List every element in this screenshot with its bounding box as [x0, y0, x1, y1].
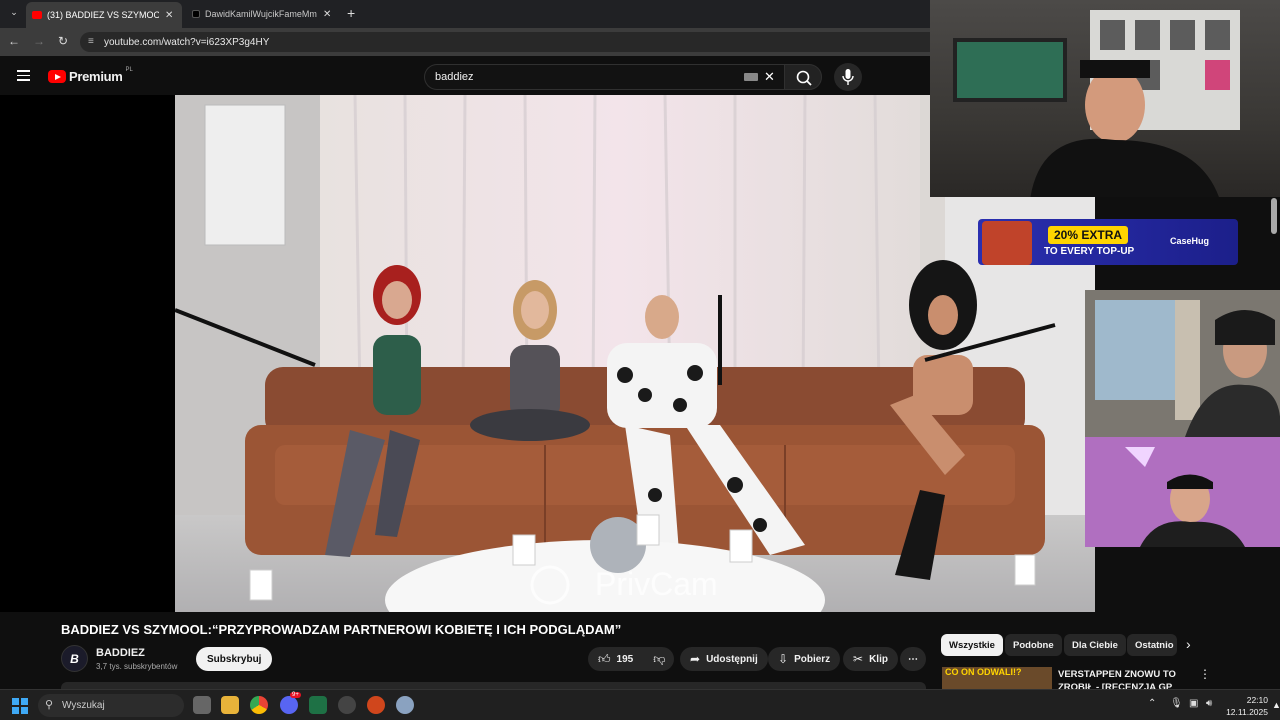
taskbar-clock[interactable]: 22:10 12.11.2025	[1222, 694, 1268, 718]
taskbar-search-placeholder: Wyszukaj	[62, 700, 105, 711]
chrome-icon[interactable]	[250, 696, 268, 714]
chip-related[interactable]: Podobne	[1005, 634, 1062, 656]
webcam-scene	[953, 10, 1240, 197]
channel-name[interactable]: BADDIEZ	[96, 647, 145, 659]
share-button[interactable]: ➦ Udostępnij	[680, 647, 768, 671]
tab-title: DawidKamilWujcikFameMma (@	[205, 9, 317, 19]
discord-badge: 9+	[290, 692, 301, 698]
youtube-play-icon	[48, 70, 66, 83]
chest-icon	[982, 221, 1032, 265]
back-icon[interactable]: ←	[6, 34, 22, 48]
address-text: youtube.com/watch?v=i623XP3g4HY	[104, 36, 270, 48]
thumbs-up-icon: 👍︎	[598, 651, 611, 666]
tiktok-icon	[192, 10, 200, 18]
banner-line2: TO EVERY TOP-UP	[1044, 246, 1135, 257]
clock-time: 22:10	[1246, 695, 1268, 705]
new-tab-button[interactable]: +	[347, 5, 355, 21]
settings-gear-icon[interactable]	[396, 696, 414, 714]
app-icon[interactable]	[367, 696, 385, 714]
excel-icon[interactable]	[309, 696, 327, 714]
volume-icon[interactable]: 🔊︎	[1206, 698, 1212, 709]
windows-taskbar: ⚲ Wyszukaj 9+ ⌃ 🎙︎ ▣ 🔊︎ 22:10 12.11.2025…	[0, 689, 1280, 720]
tray-chevron-icon[interactable]: ⌃	[1148, 698, 1156, 709]
close-tab-icon[interactable]: ✕	[323, 9, 331, 20]
tab-list-chevron-icon[interactable]: ⌄	[6, 7, 22, 18]
guest-webcam-1	[1085, 290, 1280, 437]
chip-recent[interactable]: Ostatnio	[1127, 634, 1177, 656]
network-icon[interactable]: ▣	[1189, 698, 1198, 709]
download-icon: ⇩	[778, 652, 789, 666]
file-explorer-icon[interactable]	[221, 696, 239, 714]
thumbs-down-icon: 👎︎	[653, 651, 666, 666]
more-actions-button[interactable]: ⋯	[900, 647, 926, 671]
chevron-right-icon[interactable]: ›	[1186, 636, 1191, 652]
search-value: baddiez	[435, 71, 474, 83]
banner-brand: CaseHug	[1170, 236, 1210, 246]
forward-icon[interactable]: →	[31, 34, 47, 48]
site-info-icon[interactable]: ≡	[88, 36, 94, 47]
clear-search-icon[interactable]: ✕	[764, 69, 775, 85]
tab-title: (31) BADDIEZ VS SZYMOOL:“PR	[47, 10, 159, 20]
recommended-menu-icon[interactable]: ⋮	[1199, 667, 1211, 681]
clip-label: Klip	[869, 653, 888, 665]
address-bar[interactable]: ≡ youtube.com/watch?v=i623XP3g4HY	[80, 32, 940, 52]
download-label: Pobierz	[794, 653, 831, 665]
keyboard-icon[interactable]	[744, 73, 758, 81]
obs-icon[interactable]	[338, 696, 356, 714]
guest1-scene	[1095, 300, 1280, 437]
discord-icon[interactable]: 9+	[280, 692, 301, 714]
banner-line1: 20% EXTRA	[1048, 226, 1129, 244]
video-title: BADDIEZ VS SZYMOOL:“PRZYPROWADZAM PARTNE…	[61, 622, 622, 637]
dislike-button[interactable]: 👎︎	[643, 647, 675, 671]
like-count: 195	[616, 653, 634, 665]
description-box[interactable]	[61, 682, 926, 689]
chip-all[interactable]: Wszystkie	[941, 634, 1003, 656]
sponsor-banner[interactable]: 20% EXTRA TO EVERY TOP-UP CaseHug	[978, 219, 1238, 265]
like-button[interactable]: 👍︎ 195	[588, 647, 643, 671]
windows-start-icon[interactable]	[12, 698, 28, 714]
streamer-webcam	[930, 0, 1280, 197]
search-icon: ⚲	[45, 699, 54, 711]
search-input[interactable]: baddiez	[424, 64, 784, 90]
reload-icon[interactable]: ↻	[55, 34, 71, 48]
taskbar-search[interactable]: ⚲ Wyszukaj	[38, 694, 184, 717]
chip-for-you[interactable]: Dla Ciebie	[1064, 634, 1126, 656]
share-icon: ➦	[690, 652, 701, 666]
clip-button[interactable]: ✂ Klip	[843, 647, 898, 671]
youtube-icon	[32, 11, 42, 19]
region-code: PL	[125, 66, 133, 73]
share-label: Udostępnij	[706, 653, 758, 665]
subscriber-count: 3,7 tys. subskrybentów	[96, 662, 178, 671]
privcam-watermark: PrivCam	[595, 566, 718, 602]
logo-wordmark: Premium	[69, 69, 123, 84]
player-letterbox	[0, 95, 175, 612]
task-view-icon[interactable]	[193, 696, 211, 714]
channel-avatar[interactable]: B	[61, 645, 88, 672]
search-icon	[796, 70, 812, 86]
close-tab-icon[interactable]: ✕	[165, 10, 173, 21]
guest2-scene	[1125, 447, 1245, 547]
menu-icon[interactable]	[17, 70, 30, 84]
recommended-thumbnail[interactable]: CO ON ODWALI!?	[942, 667, 1052, 689]
youtube-logo[interactable]: Premium PL	[48, 66, 133, 84]
tab-tiktok[interactable]: DawidKamilWujcikFameMma (@ ✕	[186, 4, 342, 24]
scissors-icon: ✂	[853, 652, 864, 666]
like-dislike-group: 👍︎ 195 👎︎	[588, 647, 674, 671]
voice-search-button[interactable]	[834, 63, 862, 91]
clock-date: 12.11.2025	[1226, 707, 1268, 717]
subscribe-button[interactable]: Subskrybuj	[196, 647, 273, 671]
tab-youtube[interactable]: (31) BADDIEZ VS SZYMOOL:“PR ✕	[26, 2, 182, 28]
download-button[interactable]: ⇩ Pobierz	[768, 647, 841, 671]
page-scrollbar[interactable]	[1271, 198, 1277, 234]
notifications-icon[interactable]: ▲	[1272, 700, 1280, 710]
microphone-icon	[842, 69, 854, 85]
search-button[interactable]	[784, 64, 822, 90]
guest-webcam-2	[1085, 437, 1280, 547]
microphone-tray-icon[interactable]: 🎙︎	[1170, 698, 1183, 709]
